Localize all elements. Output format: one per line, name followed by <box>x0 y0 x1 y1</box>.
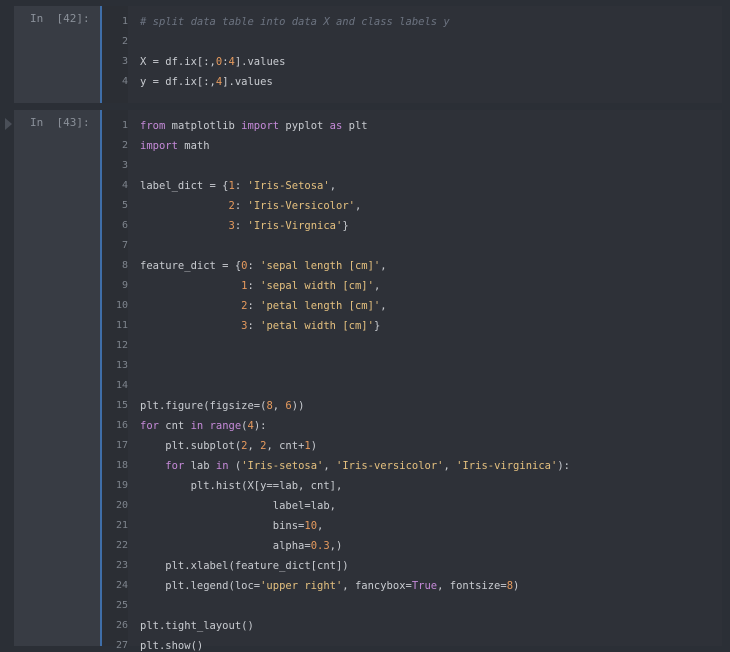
line-number: 10 <box>115 300 128 311</box>
line-number: 6 <box>121 220 128 231</box>
code-line[interactable]: 2: 'Iris-Versicolor', <box>140 200 362 212</box>
line-number: 11 <box>115 320 128 331</box>
line-number: 19 <box>115 480 128 491</box>
code-line[interactable]: plt.xlabel(feature_dict[cnt]) <box>140 560 348 572</box>
line-number-gutter: 1 2 3 4 5 6 7 8 9 10 11 12 13 14 15 16 17 18 19 20 21 22 23 24 2… <box>102 110 128 651</box>
line-number: 20 <box>115 500 128 511</box>
line-number: 2 <box>121 36 128 47</box>
line-number: 21 <box>115 520 128 531</box>
code-line[interactable]: X = df.ix[:,0:4].values <box>140 56 285 68</box>
line-number: 17 <box>115 440 128 451</box>
line-number: 25 <box>115 600 128 611</box>
line-number-gutter: 1 2 3 4 <box>102 6 128 103</box>
line-number: 26 <box>115 620 128 631</box>
line-number: 18 <box>115 460 128 471</box>
cell-prompt: In [42]: <box>30 12 90 25</box>
line-number: 14 <box>115 380 128 391</box>
line-number: 12 <box>115 340 128 351</box>
line-number: 4 <box>121 180 128 191</box>
line-number: 15 <box>115 400 128 411</box>
line-number: 22 <box>115 540 128 551</box>
line-number: 1 <box>121 120 128 131</box>
code-line[interactable]: plt.hist(X[y==lab, cnt], <box>140 480 343 492</box>
code-line[interactable]: alpha=0.3,) <box>140 540 343 552</box>
line-number: 13 <box>115 360 128 371</box>
code-line[interactable]: 2: 'petal length [cm]', <box>140 300 386 312</box>
code-line[interactable]: 1: 'sepal width [cm]', <box>140 280 380 292</box>
code-cell-42[interactable]: In [42]: 1 2 3 4 # split data table into da… <box>14 6 722 103</box>
code-line[interactable]: from matplotlib import pyplot as plt <box>140 120 368 132</box>
cell-prompt: In [43]: <box>30 116 90 129</box>
code-line[interactable]: plt.show() <box>140 640 203 652</box>
code-line[interactable]: import math <box>140 140 210 152</box>
line-number: 8 <box>121 260 128 271</box>
line-number: 27 <box>115 640 128 651</box>
line-number: 23 <box>115 560 128 571</box>
line-number: 3 <box>121 56 128 67</box>
line-number: 2 <box>121 140 128 151</box>
line-number: 4 <box>121 76 128 87</box>
code-line[interactable]: for lab in ('Iris-setosa', 'Iris-versico… <box>140 460 570 472</box>
code-line[interactable]: label=lab, <box>140 500 336 512</box>
code-line[interactable]: plt.legend(loc='upper right', fancybox=T… <box>140 580 519 592</box>
code-line[interactable]: feature_dict = {0: 'sepal length [cm]', <box>140 260 387 272</box>
line-number: 16 <box>115 420 128 431</box>
code-line[interactable]: label_dict = {1: 'Iris-Setosa', <box>140 180 336 192</box>
line-number: 7 <box>121 240 128 251</box>
code-line[interactable]: y = df.ix[:,4].values <box>140 76 273 88</box>
code-line[interactable]: for cnt in range(4): <box>140 420 266 432</box>
code-cell-43[interactable]: In [43]: 1 2 3 4 5 6 7 8 9 10 11 12 13 14 15 16 17 18 19 20… <box>14 110 722 652</box>
code-editor[interactable]: 1 2 3 4 5 6 7 8 9 10 11 12 13 14 15 16 17 18 19 20 21 22 23 24 2… <box>102 110 722 652</box>
code-line[interactable]: # split data table into data X and class… <box>140 16 450 28</box>
code-line[interactable]: bins=10, <box>140 520 324 532</box>
code-line[interactable]: 3: 'Iris-Virgnica'} <box>140 220 349 232</box>
line-number: 9 <box>121 280 128 291</box>
line-number: 24 <box>115 580 128 591</box>
line-number: 3 <box>121 160 128 171</box>
code-line[interactable]: 3: 'petal width [cm]'} <box>140 320 380 332</box>
code-line[interactable]: plt.figure(figsize=(8, 6)) <box>140 400 304 412</box>
run-triangle-icon[interactable] <box>5 118 12 130</box>
line-number: 5 <box>121 200 128 211</box>
code-line[interactable]: plt.tight_layout() <box>140 620 254 632</box>
code-line[interactable]: plt.subplot(2, 2, cnt+1) <box>140 440 317 452</box>
line-number: 1 <box>121 16 128 27</box>
code-editor[interactable]: 1 2 3 4 # split data table into data X and … <box>102 6 722 103</box>
